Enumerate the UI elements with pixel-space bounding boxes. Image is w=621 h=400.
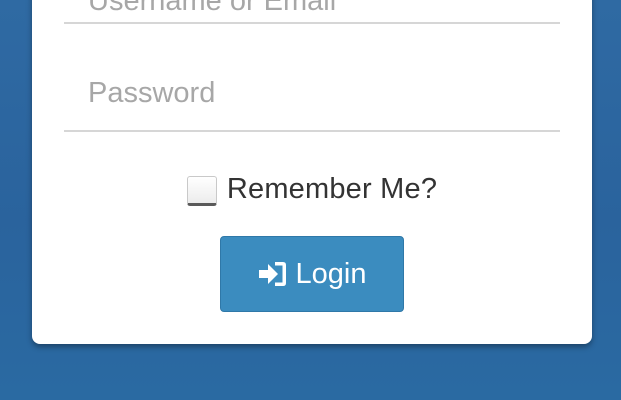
remember-me-checkbox[interactable]	[186, 176, 217, 206]
login-button[interactable]: Login	[220, 236, 404, 312]
password-field-wrapper	[64, 56, 560, 132]
remember-me-row: Remember Me?	[32, 169, 592, 209]
remember-me-label[interactable]: Remember Me?	[227, 173, 437, 206]
login-button-label: Login	[295, 257, 367, 290]
password-input[interactable]	[64, 56, 560, 130]
username-input[interactable]	[64, 0, 560, 22]
login-card: Remember Me? Login	[32, 0, 592, 344]
sign-in-icon	[258, 259, 288, 289]
username-field-wrapper	[64, 0, 560, 24]
